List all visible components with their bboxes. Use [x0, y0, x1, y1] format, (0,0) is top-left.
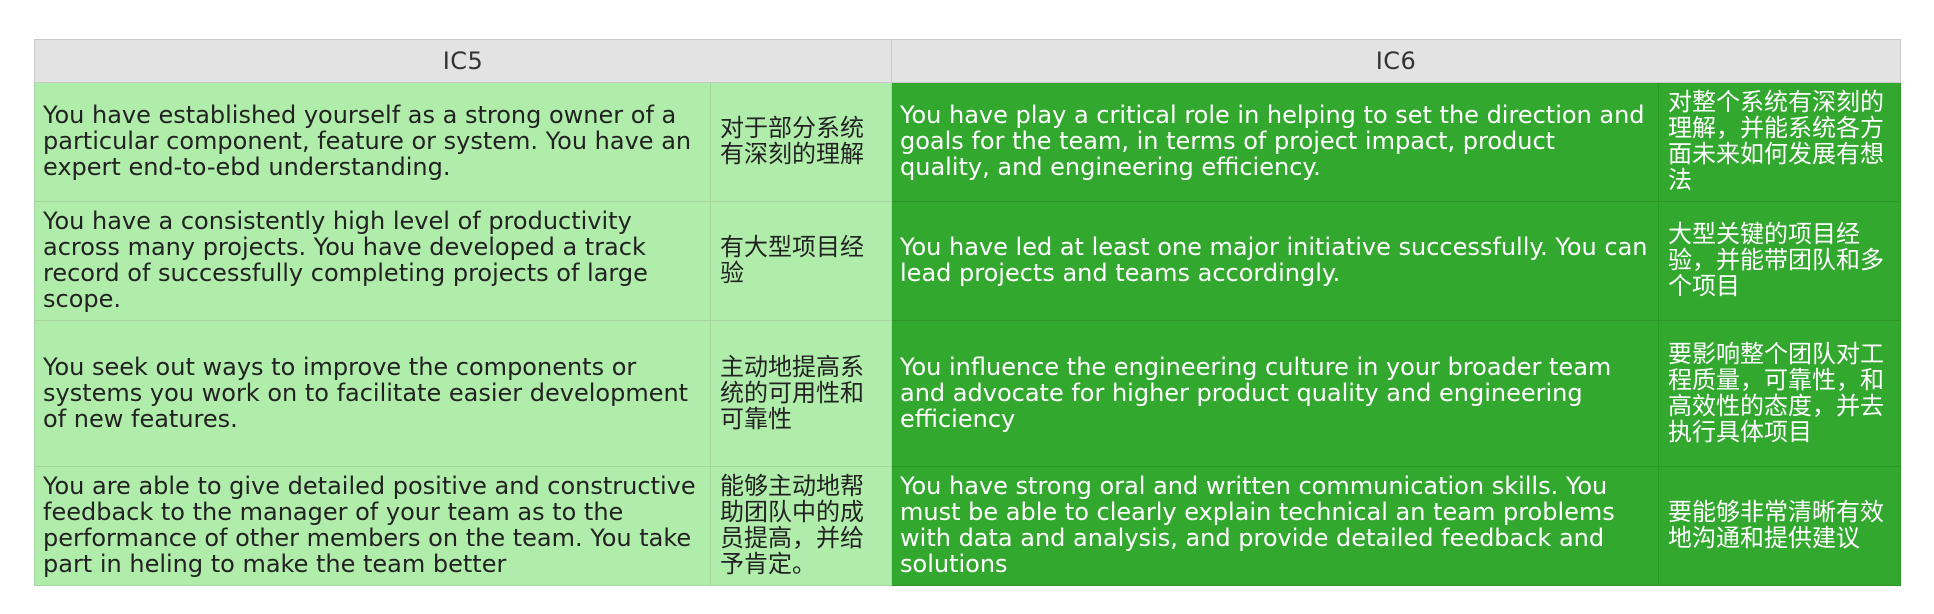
ic6-english-cell: You influence the engineering culture in…: [891, 320, 1660, 467]
table-row: You have established yourself as a stron…: [34, 82, 1902, 202]
ic6-chinese-cell: 大型关键的项目经验，并能带团队和多个项目: [1658, 201, 1902, 321]
ic5-chinese-cell: 能够主动地帮助团队中的成员提高，并给予肯定。: [709, 466, 893, 586]
table-row: You are able to give detailed positive a…: [34, 466, 1902, 586]
ic6-chinese-cell: 要能够非常清晰有效地沟通和提供建议: [1658, 466, 1902, 586]
ic6-english-cell: You have play a critical role in helping…: [891, 82, 1660, 202]
table-row: You have a consistently high level of pr…: [34, 201, 1902, 321]
ic5-chinese-cell: 有大型项目经验: [709, 201, 893, 321]
comparison-table-container: IC5 IC6 You have established yourself as…: [33, 39, 1902, 586]
ic5-english-cell: You seek out ways to improve the compone…: [34, 320, 711, 467]
ic6-chinese-cell: 要影响整个团队对工程质量，可靠性，和高效性的态度，并去执行具体项目: [1658, 320, 1902, 467]
ic5-chinese-cell: 主动地提高系统的可用性和可靠性: [709, 320, 893, 467]
header-ic6: IC6: [891, 39, 1902, 83]
ic5-english-cell: You have a consistently high level of pr…: [34, 201, 711, 321]
table-header-row: IC5 IC6: [33, 39, 1902, 83]
ic6-english-cell: You have led at least one major initiati…: [891, 201, 1660, 321]
header-ic5: IC5: [33, 39, 893, 83]
ic5-english-cell: You are able to give detailed positive a…: [34, 466, 711, 586]
ic5-english-cell: You have established yourself as a stron…: [34, 82, 711, 202]
ic6-chinese-cell: 对整个系统有深刻的理解，并能系统各方面未来如何发展有想法: [1658, 82, 1902, 202]
ic5-chinese-cell: 对于部分系统有深刻的理解: [709, 82, 893, 202]
table-row: You seek out ways to improve the compone…: [34, 320, 1902, 467]
ic6-english-cell: You have strong oral and written communi…: [891, 466, 1660, 586]
level-comparison-table: IC5 IC6 You have established yourself as…: [33, 39, 1902, 586]
